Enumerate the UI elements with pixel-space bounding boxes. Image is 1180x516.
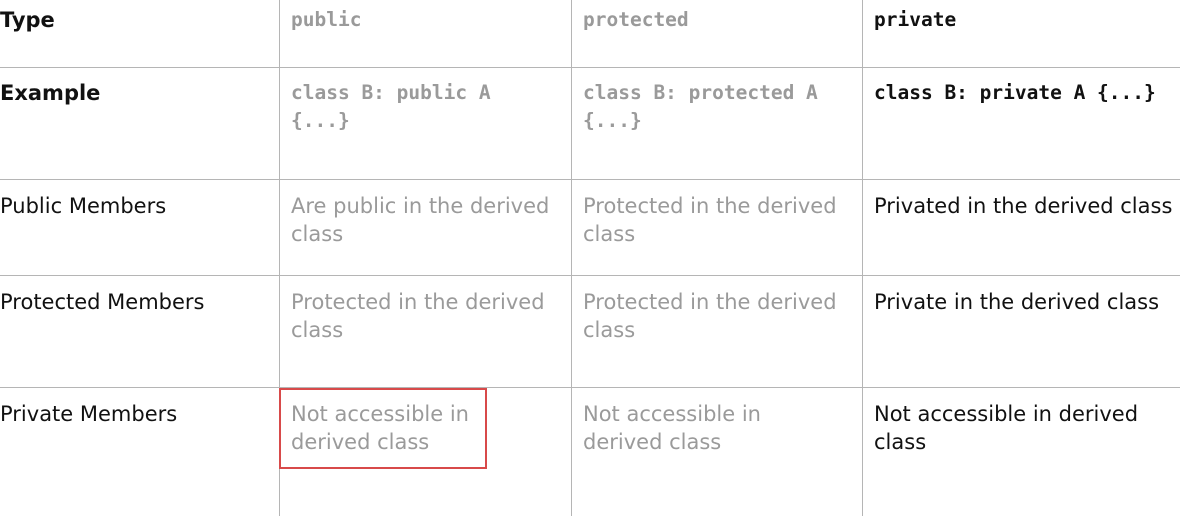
highlight-box	[279, 388, 487, 469]
private-members-private: Not accessible in derived class	[874, 402, 1139, 454]
private-members-protected: Not accessible in derived class	[583, 402, 761, 454]
example-protected: class B: protected A {...}	[583, 81, 818, 132]
row-divider-3	[0, 275, 1180, 276]
protected-members-label: Protected Members	[0, 290, 205, 314]
protected-members-private: Private in the derived class	[874, 290, 1160, 314]
public-members-label: Public Members	[0, 194, 167, 218]
row-divider-4	[0, 387, 1180, 388]
public-members-public: Are public in the derived class	[291, 194, 550, 246]
example-public: class B: public A {...}	[291, 81, 491, 132]
example-label: Example	[0, 81, 101, 105]
example-private: class B: private A {...}	[874, 81, 1156, 104]
inheritance-access-table: Type public protected private Example cl…	[0, 0, 1180, 516]
public-members-private: Privated in the derived class	[874, 194, 1173, 218]
header-public: public	[291, 8, 362, 31]
header-type-label: Type	[0, 8, 55, 32]
public-members-protected: Protected in the derived class	[583, 194, 837, 246]
protected-members-protected: Protected in the derived class	[583, 290, 837, 342]
row-divider-1	[0, 67, 1180, 68]
row-divider-2	[0, 179, 1180, 180]
protected-members-public: Protected in the derived class	[291, 290, 545, 342]
column-divider-3	[862, 0, 863, 516]
header-private: private	[874, 8, 957, 31]
private-members-label: Private Members	[0, 402, 178, 426]
column-divider-2	[571, 0, 572, 516]
header-protected: protected	[583, 8, 689, 31]
